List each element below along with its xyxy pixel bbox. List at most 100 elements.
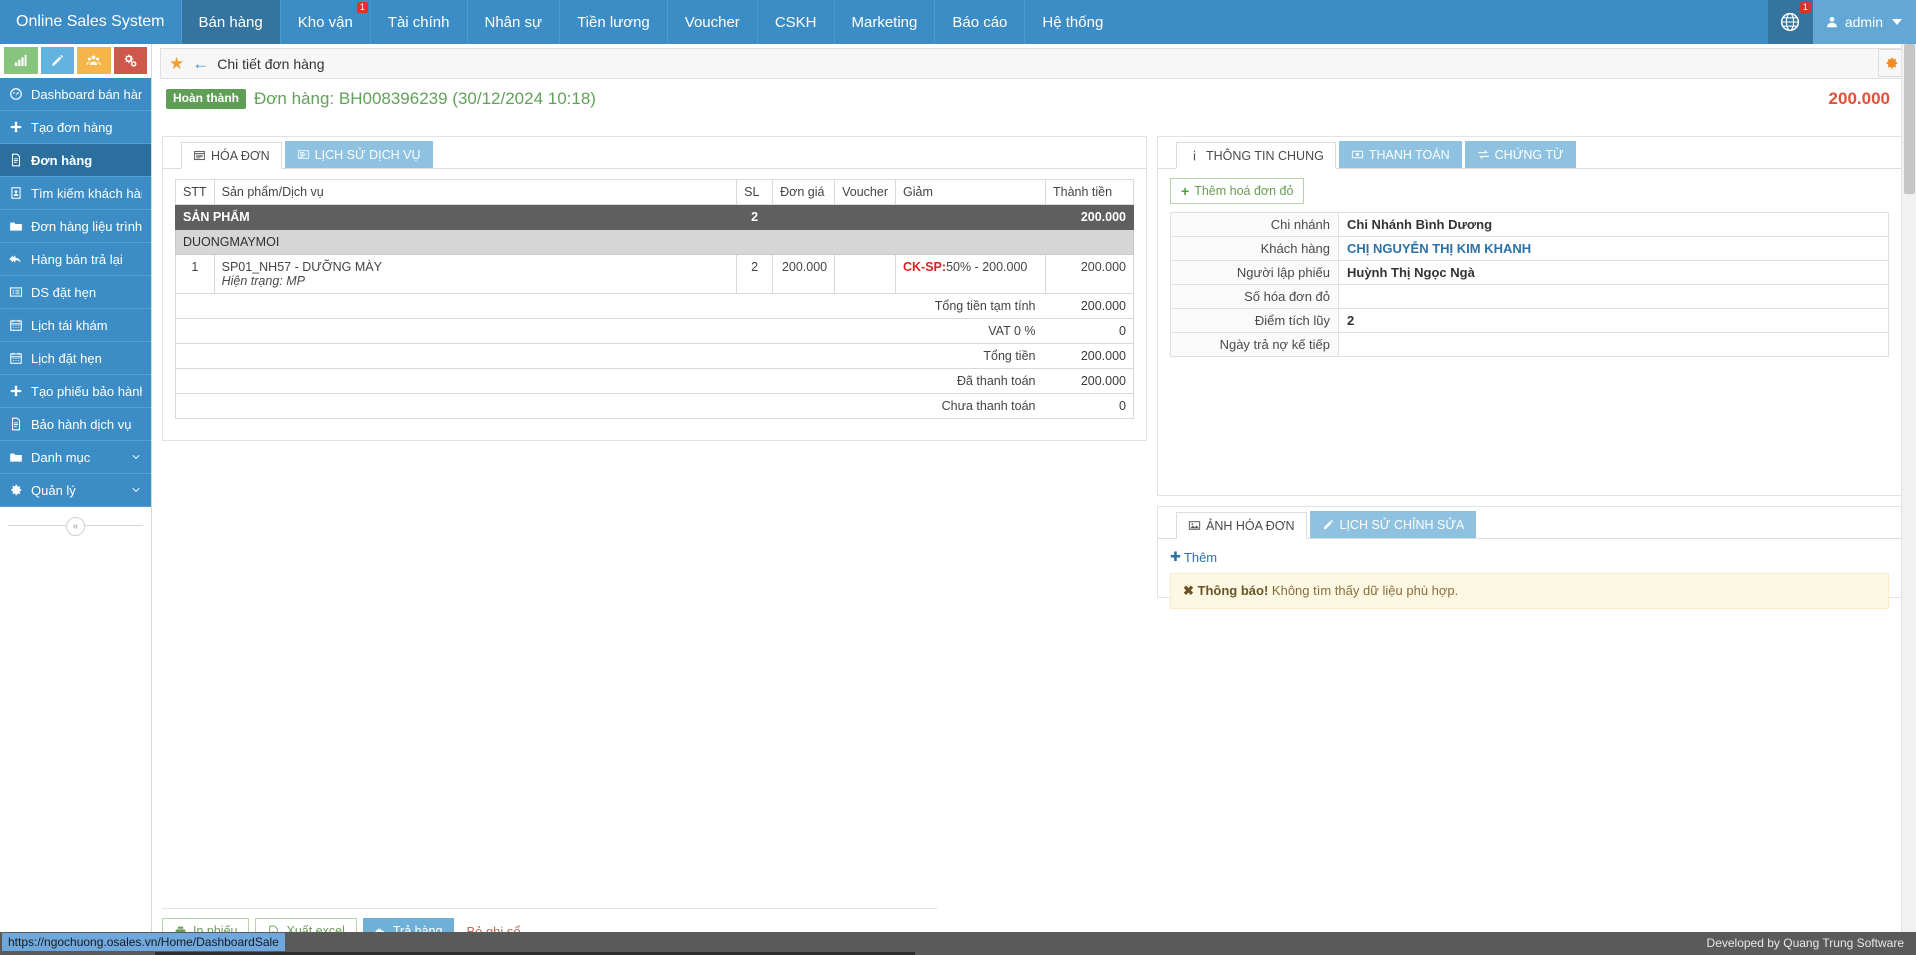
sidebar-collapse-button[interactable]: « (66, 516, 85, 536)
sidebar-item-label: Dashboard bán hàng (31, 86, 142, 102)
info-key: Khách hàng (1170, 236, 1339, 261)
summary-value: 200.000 (1045, 368, 1134, 394)
quick-action-pencil[interactable] (40, 47, 74, 74)
invoice-table: STT Sản phẩm/Dịch vụ SL Đơn giá Voucher Giảm T… (174, 179, 1134, 419)
summary-value: 0 (1045, 318, 1134, 344)
sidebar-item-label: Bảo hành dịch vụ (31, 416, 132, 432)
sidebar-item-đơn-hàng-liệu-trình[interactable]: Đơn hàng liệu trình (0, 210, 151, 243)
group-row-category: DUONGMAYMOI (175, 229, 1134, 255)
reply-all-icon (9, 252, 31, 266)
nav-item-hệ-thống[interactable]: Hệ thống (1024, 0, 1120, 44)
col-header: SL (736, 179, 774, 205)
group-blank-1 (772, 204, 836, 230)
status-badge: Hoàn thành (166, 89, 246, 109)
sidebar-item-label: Hàng bán trả lại (31, 251, 123, 267)
favorite-star-icon[interactable]: ★ (169, 55, 184, 72)
money-icon (1351, 148, 1364, 161)
info-value[interactable]: CHỊ NGUYỄN THỊ KIM KHANH (1338, 236, 1889, 261)
general-info-table: Chi nhánh Chi Nhánh Bình Dương Khách hàng C… (1170, 212, 1889, 357)
back-arrow-icon[interactable]: ← (192, 55, 209, 72)
nav-item-nhân-sự[interactable]: Nhân sự (466, 0, 560, 44)
summary-row: Đã thanh toán 200.000 (175, 368, 1134, 394)
history-list-icon (297, 150, 309, 159)
nav-item-label: Nhân sự (484, 13, 543, 31)
tab-thanh-toán[interactable]: THANH TOÁN (1338, 141, 1462, 168)
plus-icon (9, 384, 31, 398)
sidebar-item-danh-mục[interactable]: Danh mục (0, 441, 151, 474)
col-header: Giảm (895, 179, 1046, 205)
table-row[interactable]: 1 SP01_NH57 - DƯỠNG MÀY Hiện trạng: MP 2 200… (175, 254, 1134, 294)
tab-label: CHỨNG TỪ (1494, 147, 1564, 162)
quick-action-users[interactable] (77, 47, 111, 74)
sidebar-item-dashboard-bán-hàng[interactable]: Dashboard bán hàng (0, 78, 151, 111)
nav-item-tài-chính[interactable]: Tài chính (369, 0, 467, 44)
nav-item-label: Báo cáo (952, 13, 1008, 31)
page-scrollbar[interactable] (1901, 44, 1916, 932)
scrollbar-thumb[interactable] (1904, 44, 1915, 194)
tab-label: ẢNH HÓA ĐƠN (1206, 518, 1295, 533)
nav-item-label: Tiền lương (577, 13, 650, 31)
discount-value: 50% - 200.000 (946, 260, 1028, 274)
image-icon (1188, 521, 1201, 530)
nav-item-marketing[interactable]: Marketing (833, 0, 935, 44)
nav-item-cskh[interactable]: CSKH (756, 0, 834, 44)
sidebar-item-tạo-phiếu-bảo-hành[interactable]: Tạo phiếu bảo hành (0, 375, 151, 408)
summary-value: 200.000 (1045, 293, 1134, 319)
status-url-text: https://ngochuong.osales.vn/Home/Dashboa… (2, 933, 285, 951)
info-icon (1193, 150, 1196, 161)
summary-row: Tổng tiền tạm tính 200.000 (175, 293, 1134, 319)
tab-lịch-sử-chỉnh-sửa[interactable]: LỊCH SỬ CHỈNH SỬA (1309, 511, 1477, 538)
plus-icon (10, 121, 22, 133)
row-discount: CK-SP:50% - 200.000 (895, 254, 1046, 294)
summary-row: VAT 0 % 0 (175, 318, 1134, 344)
nav-item-label: Kho vận (297, 13, 353, 31)
col-header: Voucher (834, 179, 896, 205)
file-icon (11, 153, 21, 167)
top-navigation-bar: Online Sales System Bán hàng Kho vận 1 Tài … (0, 0, 1916, 44)
sidebar-item-đơn-hàng[interactable]: Đơn hàng (0, 144, 151, 177)
add-image-label: Thêm (1183, 549, 1218, 565)
sidebar-item-hàng-bán-trả-lại[interactable]: Hàng bán trả lại (0, 243, 151, 276)
nav-item-bán-hàng[interactable]: Bán hàng (180, 0, 280, 44)
invoice-header-row: STT Sản phẩm/Dịch vụ SL Đơn giá Voucher Giảm T… (175, 179, 1134, 205)
sidebar-item-ds-đặt-hẹn[interactable]: DS đặt hẹn (0, 276, 151, 309)
edit-history-icon (1323, 519, 1333, 530)
order-total-amount: 200.000 (1828, 89, 1890, 108)
tab-ảnh-hóa-đơn[interactable]: ẢNH HÓA ĐƠN (1176, 512, 1307, 539)
tab-lịch-sử-dịch-vụ[interactable]: LỊCH SỬ DỊCH VỤ (284, 141, 433, 168)
folder-icon (9, 450, 31, 464)
sidebar-item-quản-lý[interactable]: Quản lý (0, 474, 151, 507)
nav-item-voucher[interactable]: Voucher (666, 0, 757, 44)
invoice-tab-panel: STT Sản phẩm/Dịch vụ SL Đơn giá Voucher Giảm T… (163, 169, 1146, 419)
tab-thông-tin-chung[interactable]: THÔNG TIN CHUNG (1176, 142, 1336, 169)
alert-title-text: Thông báo! (1197, 583, 1269, 598)
add-red-invoice-button[interactable]: + Thêm hoá đơn đỏ (1170, 178, 1305, 204)
group-label: SẢN PHẨM (174, 204, 738, 230)
cogs-icon (124, 54, 137, 67)
dashboard-icon (10, 88, 22, 100)
add-image-link[interactable]: ✚ Thêm (1170, 549, 1217, 565)
nav-item-kho-vận[interactable]: Kho vận 1 (279, 0, 370, 44)
tab-hóa-đơn[interactable]: HÓA ĐƠN (181, 142, 282, 169)
sidebar-item-label: Đơn hàng liệu trình (31, 218, 142, 234)
sidebar-item-label: DS đặt hẹn (31, 284, 97, 300)
quick-action-cogs[interactable] (113, 47, 147, 74)
info-row: Ngày trả nợ kế tiếp (1170, 332, 1889, 357)
quick-action-chart-bar[interactable] (4, 47, 38, 74)
sidebar-item-bảo-hành-dịch-vụ[interactable]: Bảo hành dịch vụ (0, 408, 151, 441)
history-list-icon (297, 148, 310, 161)
tab-chứng-từ[interactable]: CHỨNG TỪ (1464, 141, 1576, 168)
nav-item-tiền-lương[interactable]: Tiền lương (559, 0, 667, 44)
sidebar-item-lịch-đặt-hẹn[interactable]: Lịch đặt hẹn (0, 342, 151, 375)
info-value: Chi Nhánh Bình Dương (1338, 212, 1889, 237)
user-menu-button[interactable]: admin (1812, 0, 1916, 44)
chart-bar-icon (15, 54, 27, 67)
sidebar-item-lịch-tái-khám[interactable]: Lịch tái khám (0, 309, 151, 342)
sidebar-item-tìm-kiếm-khách-hàng[interactable]: Tìm kiếm khách hàng (0, 177, 151, 210)
nav-item-báo-cáo[interactable]: Báo cáo (934, 0, 1024, 44)
calendar-icon (10, 319, 22, 331)
notifications-globe-button[interactable]: 1 (1767, 0, 1813, 44)
info-key: Chi nhánh (1170, 212, 1339, 237)
row-product: SP01_NH57 - DƯỠNG MÀY Hiện trạng: MP (213, 254, 738, 294)
sidebar-item-tạo-đơn-hàng[interactable]: Tạo đơn hàng (0, 111, 151, 144)
